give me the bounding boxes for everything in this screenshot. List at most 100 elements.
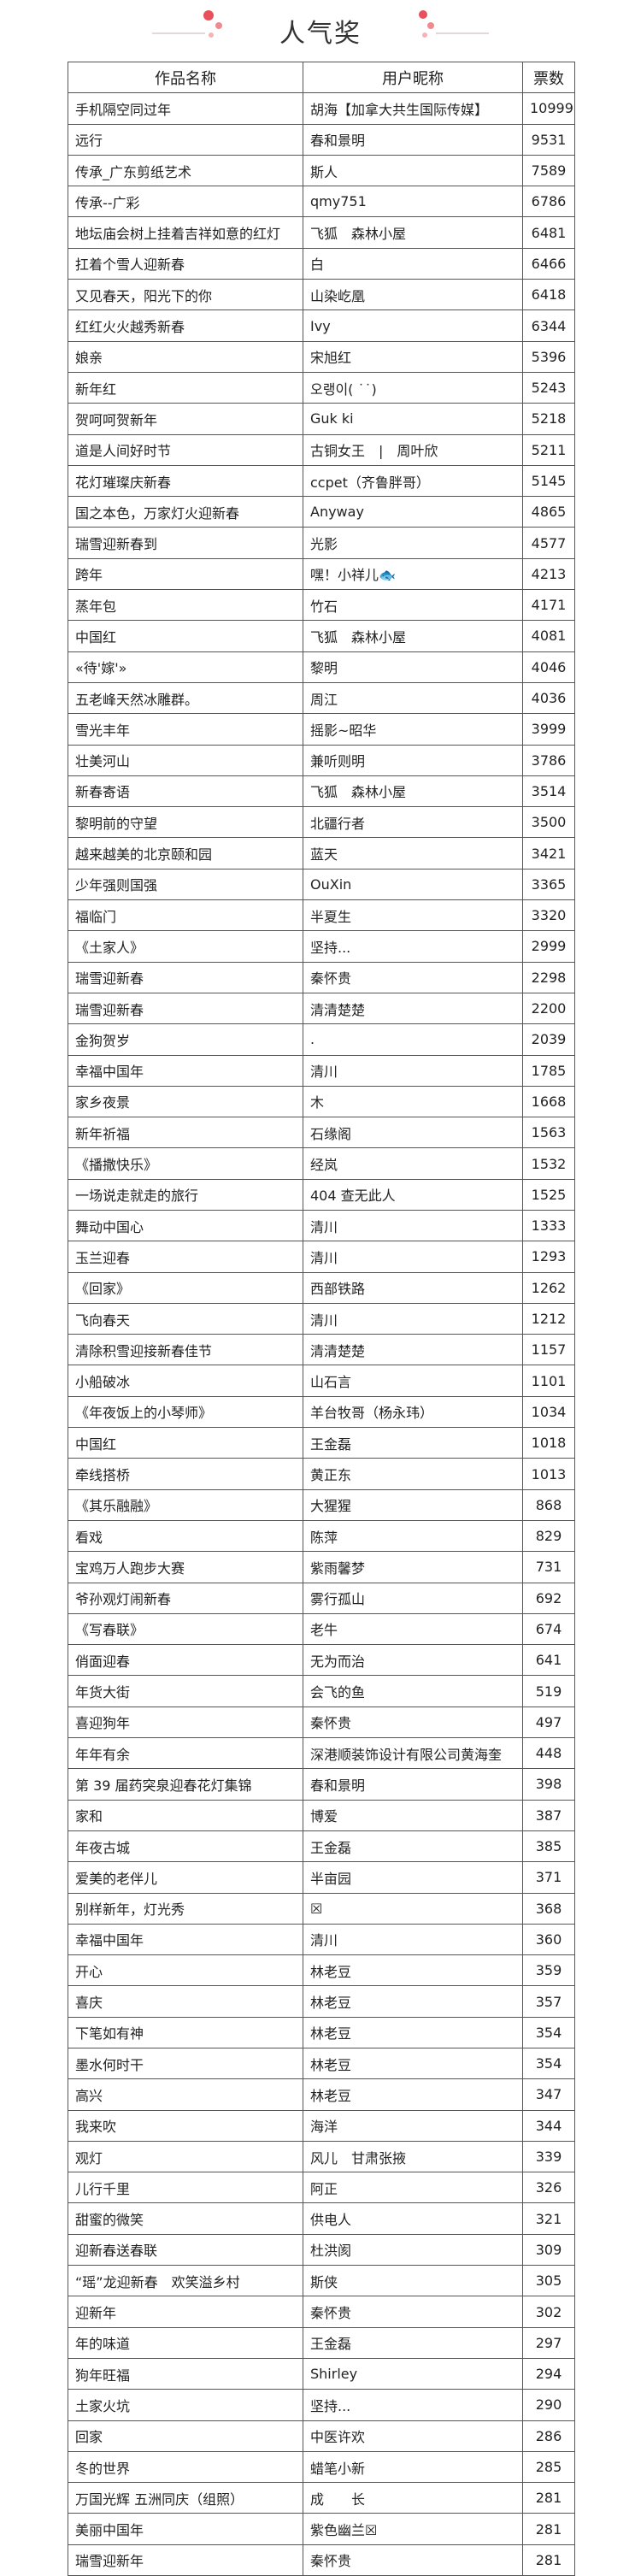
table-row: 开心 林老豆 359 xyxy=(68,1954,575,1987)
vote-count-cell: 1013 xyxy=(522,1458,575,1490)
user-nickname-cell: 秦怀贵 xyxy=(303,1706,523,1739)
table-row: 清除积雪迎接新春佳节 清清楚楚 1157 xyxy=(68,1334,575,1366)
vote-count-cell: 6481 xyxy=(522,216,575,249)
vote-count-cell: 4213 xyxy=(522,557,575,591)
user-nickname-cell: 王金磊 xyxy=(303,1830,523,1863)
vote-count-cell: 2999 xyxy=(522,930,575,963)
vote-count-cell: 448 xyxy=(522,1737,575,1770)
user-nickname-cell: 紫色幽兰☒ xyxy=(303,2513,523,2545)
table-row: 蒸年包 竹石 4171 xyxy=(68,589,575,622)
table-header-row: 作品名称 用户昵称 票数 xyxy=(68,61,575,94)
table-row: “瑶”龙迎新春 欢笑溢乡村 斯侠 305 xyxy=(68,2265,575,2297)
vote-count-cell: 360 xyxy=(522,1923,575,1956)
table-row: 喜庆 林老豆 357 xyxy=(68,1985,575,2018)
user-nickname-cell: 蓝天 xyxy=(303,837,523,869)
vote-count-cell: 385 xyxy=(522,1830,575,1863)
table-row: 万国光辉 五洲同庆（组照）成 长 281 xyxy=(68,2482,575,2514)
vote-count-cell: 1157 xyxy=(522,1334,575,1366)
user-nickname-cell: 胡海【加拿大共生国际传媒】 xyxy=(303,92,523,125)
user-nickname-cell: 林老豆 xyxy=(303,2078,523,2111)
vote-count-cell: 3514 xyxy=(522,775,575,808)
vote-count-cell: 1563 xyxy=(522,1117,575,1149)
vote-count-cell: 359 xyxy=(522,1954,575,1987)
table-row: 娘亲 宋旭红 5396 xyxy=(68,340,575,373)
table-row: 《年夜饭上的小琴师》 羊台牧哥（杨永玮） 1034 xyxy=(68,1395,575,1429)
vote-count-cell: 3500 xyxy=(522,806,575,839)
vote-count-cell: 3999 xyxy=(522,713,575,746)
work-title-cell: 一场说走就走的旅行 xyxy=(68,1178,303,1211)
vote-count-cell: 4036 xyxy=(522,681,575,715)
vote-count-cell: 285 xyxy=(522,2450,575,2484)
table-row: 迎新年 秦怀贵 302 xyxy=(68,2296,575,2328)
table-row: 黎明前的守望 北疆行者 3500 xyxy=(68,806,575,839)
work-title-cell: 土家火坑 xyxy=(68,2389,303,2421)
vote-count-cell: 674 xyxy=(522,1612,575,1646)
work-title-cell: 花灯璀璨庆新春 xyxy=(68,464,303,498)
vote-count-cell: 309 xyxy=(522,2233,575,2267)
work-title-cell: 狗年旺福 xyxy=(68,2357,303,2390)
user-nickname-cell: Ivy xyxy=(303,309,523,342)
vote-count-cell: 497 xyxy=(522,1706,575,1739)
vote-count-cell: 297 xyxy=(522,2326,575,2359)
user-nickname-cell: ☒ xyxy=(303,1892,523,1925)
table-row: 回家 中医许欢 286 xyxy=(68,2420,575,2452)
work-title-cell: 又见春天，阳光下的你 xyxy=(68,279,303,311)
page-header: 人气奖 xyxy=(0,0,641,56)
user-nickname-cell: 林老豆 xyxy=(303,2016,523,2049)
table-row: 花灯璀璨庆新春 ccpet（齐鲁胖哥） 5145 xyxy=(68,464,575,498)
user-nickname-cell: 清川 xyxy=(303,1302,523,1335)
vote-count-cell: 1262 xyxy=(522,1271,575,1304)
vote-count-cell: 1212 xyxy=(522,1302,575,1335)
work-title-cell: 扛着个雪人迎新春 xyxy=(68,247,303,280)
vote-count-cell: 692 xyxy=(522,1582,575,1614)
vote-count-cell: 1101 xyxy=(522,1365,575,1397)
user-nickname-cell: Anyway xyxy=(303,496,523,528)
user-nickname-cell: Shirley xyxy=(303,2357,523,2390)
vote-count-cell: 344 xyxy=(522,2109,575,2142)
vote-count-cell: 398 xyxy=(522,1768,575,1801)
table-row: 别样新年，灯光秀 ☒ 368 xyxy=(68,1892,575,1925)
vote-count-cell: 3786 xyxy=(522,744,575,776)
table-row: 道是人间好时节 古铜女王 | 周叶欣 5211 xyxy=(68,433,575,466)
vote-count-cell: 4171 xyxy=(522,589,575,622)
user-nickname-cell: 清川 xyxy=(303,1054,523,1087)
vote-count-cell: 1785 xyxy=(522,1054,575,1087)
user-nickname-cell: 山染屹凰 xyxy=(303,279,523,311)
user-nickname-cell: 王金磊 xyxy=(303,2326,523,2359)
work-title-cell: 家乡夜景 xyxy=(68,1085,303,1118)
work-title-cell: 国之本色，万家灯火迎新春 xyxy=(68,496,303,528)
table-row: 年夜古城 王金磊 385 xyxy=(68,1830,575,1863)
table-row: 爷孙观灯闹新春 雾行孤山 692 xyxy=(68,1582,575,1614)
vote-count-cell: 368 xyxy=(522,1892,575,1925)
user-nickname-cell: 供电人 xyxy=(303,2202,523,2235)
user-nickname-cell: 会飞的鱼 xyxy=(303,1675,523,1707)
user-nickname-cell: 石缘阁 xyxy=(303,1117,523,1149)
work-title-cell: «待'嫁'» xyxy=(68,651,303,683)
vote-count-cell: 286 xyxy=(522,2420,575,2452)
table-row: 少年强则国强 OuXin 3365 xyxy=(68,868,575,901)
vote-count-cell: 4577 xyxy=(522,527,575,559)
user-nickname-cell: 紫雨馨梦 xyxy=(303,1551,523,1583)
user-nickname-cell: 王金磊 xyxy=(303,1427,523,1459)
work-title-cell: 金狗贺岁 xyxy=(68,1023,303,1056)
work-title-cell: 我来吹 xyxy=(68,2109,303,2142)
vote-count-cell: 6418 xyxy=(522,279,575,311)
table-row: 宝鸡万人跑步大赛 紫雨馨梦 731 xyxy=(68,1551,575,1583)
table-row: 牵线搭桥 黄正东 1013 xyxy=(68,1458,575,1490)
user-nickname-cell: 坚持... xyxy=(303,2389,523,2421)
vote-count-cell: 294 xyxy=(522,2357,575,2390)
work-title-cell: 幸福中国年 xyxy=(68,1054,303,1087)
user-nickname-cell: Guk ki xyxy=(303,403,523,435)
table-row: 年货大街 会飞的鱼 519 xyxy=(68,1675,575,1707)
table-row: 儿行千里 阿正 326 xyxy=(68,2172,575,2204)
table-row: 俏面迎春 无为而治 641 xyxy=(68,1644,575,1677)
user-nickname-cell: 深港顺装饰设计有限公司黄海奎 xyxy=(303,1737,523,1770)
table-row: 越来越美的北京颐和园 蓝天 3421 xyxy=(68,837,575,869)
work-title-cell: 牵线搭桥 xyxy=(68,1458,303,1490)
work-title-cell: 墨水何时干 xyxy=(68,2047,303,2080)
work-title-cell: 爷孙观灯闹新春 xyxy=(68,1582,303,1614)
table-row: 墨水何时干 林老豆 354 xyxy=(68,2047,575,2080)
vote-count-cell: 354 xyxy=(522,2047,575,2080)
work-title-cell: 迎新春送春联 xyxy=(68,2233,303,2267)
table-row: 国之本色，万家灯火迎新春 Anyway 4865 xyxy=(68,496,575,528)
